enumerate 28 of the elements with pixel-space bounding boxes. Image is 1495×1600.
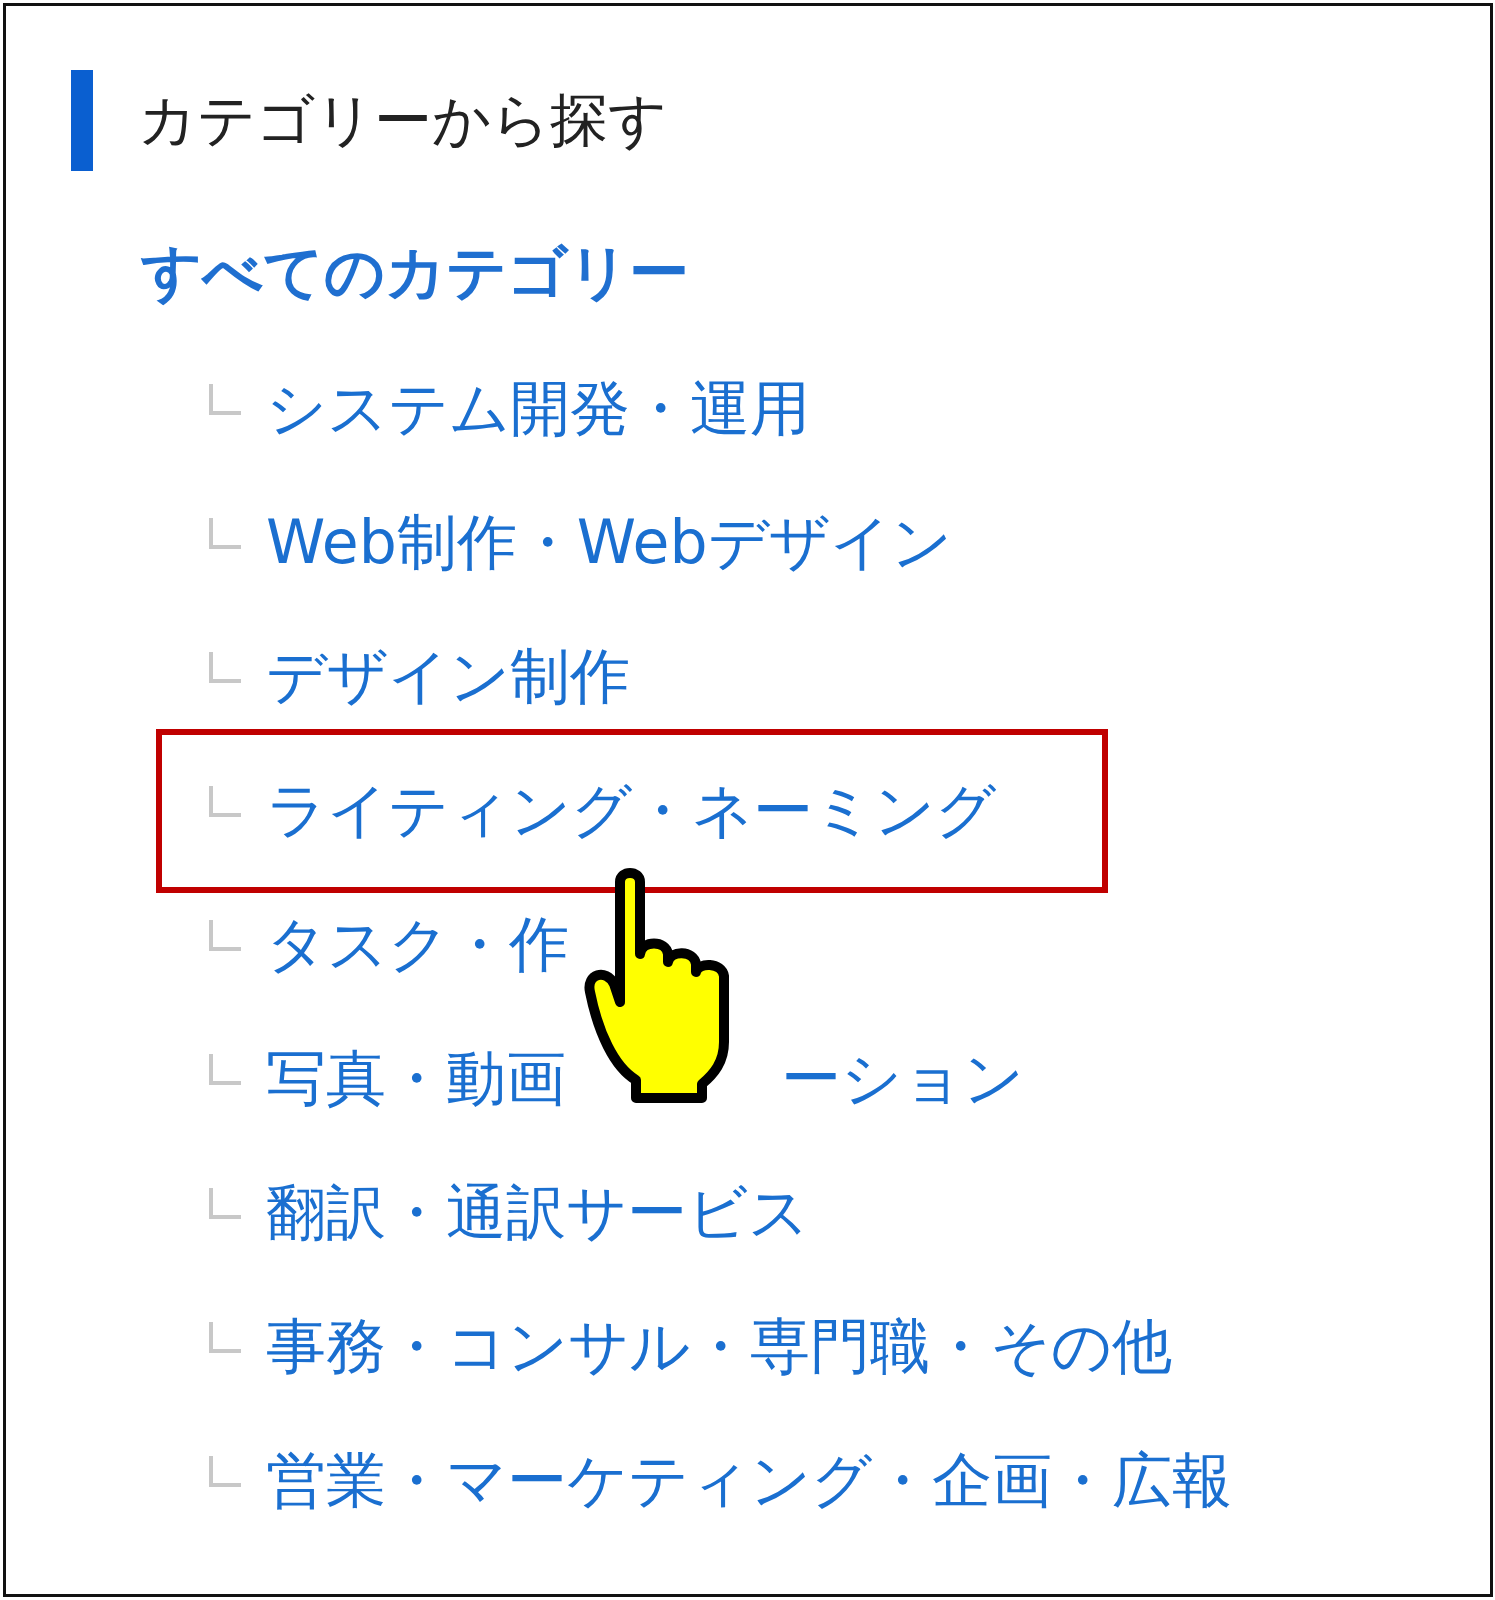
category-link[interactable]: 翻訳・通訳サービス	[266, 1172, 809, 1254]
category-row[interactable]: 翻訳・通訳サービス	[156, 1146, 835, 1280]
corner-icon	[208, 650, 242, 684]
corner-icon	[208, 1186, 242, 1220]
category-row[interactable]: 営業・マーケティング・企画・広報	[156, 1414, 1258, 1548]
corner-icon	[208, 1320, 242, 1354]
category-link[interactable]: Web制作・Webデザイン	[266, 502, 952, 584]
category-link[interactable]: 営業・マーケティング・企画・広報	[266, 1440, 1232, 1522]
corner-icon	[208, 1052, 242, 1086]
category-row[interactable]: 写真・動画 ーション	[156, 1012, 1050, 1146]
corner-icon	[208, 1454, 242, 1488]
category-link[interactable]: タスク・作	[266, 904, 569, 986]
category-link[interactable]: 写真・動画	[266, 1038, 566, 1120]
corner-icon	[208, 382, 242, 416]
panel-title: カテゴリーから探す	[138, 84, 667, 156]
category-row[interactable]: Web制作・Webデザイン	[156, 476, 978, 610]
all-categories-link[interactable]: すべてのカテゴリー	[141, 233, 1490, 314]
corner-icon	[208, 784, 242, 818]
corner-icon	[208, 918, 242, 952]
category-link[interactable]: ーション	[781, 1038, 1024, 1120]
category-row[interactable]: ライティング・ネーミング	[156, 729, 1108, 893]
category-link[interactable]: デザイン制作	[266, 636, 630, 718]
category-link[interactable]: ライティング・ネーミング	[266, 770, 996, 852]
corner-icon	[208, 516, 242, 550]
category-link[interactable]: 事務・コンサル・専門職・その他	[266, 1306, 1172, 1388]
category-row[interactable]: システム開発・運用	[156, 342, 836, 476]
category-row[interactable]: 事務・コンサル・専門職・その他	[156, 1280, 1198, 1414]
category-link[interactable]: システム開発・運用	[266, 368, 810, 450]
